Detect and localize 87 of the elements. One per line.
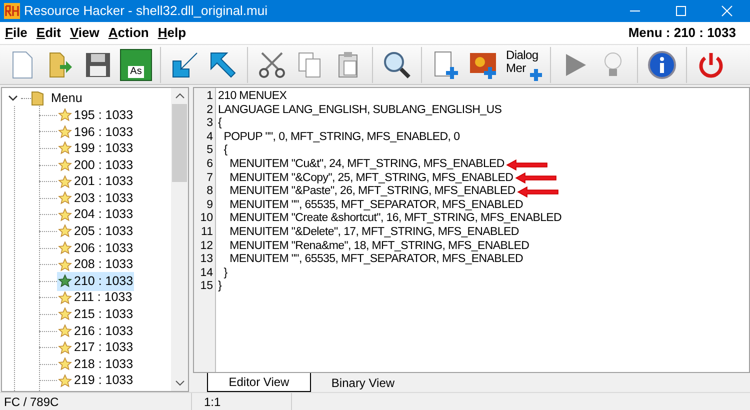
star-icon xyxy=(58,357,72,372)
line-number: 4 xyxy=(206,130,213,144)
star-icon xyxy=(58,208,72,222)
star-icon xyxy=(58,158,72,172)
tree-item[interactable]: 204 : 1033 xyxy=(57,205,134,224)
code-line: MENUITEM "", 65535, MFT_SEPARATOR, MFS_ENABLED xyxy=(228,253,524,267)
code-line: { xyxy=(222,144,228,158)
line-number: 8 xyxy=(206,185,213,199)
menu-bar-entry[interactable]: View xyxy=(66,23,104,43)
code-line: MENUITEM "&Paste", 26, MFT_STRING, MFS_ENABLED xyxy=(228,185,516,199)
line-number: 10 xyxy=(200,212,213,226)
menu-bar-entry[interactable]: Help xyxy=(154,23,190,43)
code-line: MENUITEM "Create &shortcut", 16, MFT_STRING, MFS_ENABLED xyxy=(228,212,562,226)
line-number: 12 xyxy=(200,240,213,254)
star-icon xyxy=(58,174,72,189)
line-number: 3 xyxy=(206,117,213,131)
tree-item[interactable]: 217 : 1033 xyxy=(57,338,134,357)
scrollbar[interactable] xyxy=(171,88,188,391)
star-icon xyxy=(58,290,72,305)
star-icon xyxy=(58,307,72,322)
status-offset: FC / 789C xyxy=(0,392,192,410)
tree-item[interactable]: 216 : 1033 xyxy=(57,322,134,340)
line-number: 11 xyxy=(201,226,213,240)
menu-bar-entry[interactable]: Edit xyxy=(32,23,65,43)
tree-item[interactable]: 218 : 1033 xyxy=(57,354,134,374)
star-icon xyxy=(58,340,72,355)
code-line: MENUITEM "Cu&t", 24, MFT_STRING, MFS_ENABLED xyxy=(228,158,504,172)
line-number: 9 xyxy=(206,198,213,212)
star-icon xyxy=(58,274,72,288)
tree-item[interactable]: 215 : 1033 xyxy=(57,305,134,324)
star-icon xyxy=(58,191,72,206)
code-line: MENUITEM "", 65535, MFT_SEPARATOR, MFS_ENABLED xyxy=(228,198,524,212)
info-icon[interactable] xyxy=(646,48,678,80)
star-icon xyxy=(58,241,72,256)
line-number: 5 xyxy=(206,144,213,158)
resource-id-label: Menu : 210 : 1033 xyxy=(628,24,736,42)
tree-item[interactable]: 203 : 1033 xyxy=(57,188,134,208)
code-line: } xyxy=(218,280,222,294)
line-number: 7 xyxy=(206,172,213,186)
star-icon xyxy=(58,141,72,156)
star-icon xyxy=(58,374,72,388)
scroll-thumb[interactable] xyxy=(172,104,187,182)
window-title: Resource Hacker - shell32.dll_original.mui xyxy=(24,2,268,20)
tree-item[interactable]: 199 : 1033 xyxy=(57,139,134,158)
tab[interactable]: Binary View xyxy=(311,373,415,392)
tree-item[interactable]: 205 : 1033 xyxy=(57,222,134,241)
line-number: 2 xyxy=(206,104,213,118)
code-line: MENUITEM "Rena&me", 18, MFT_STRING, MFS_ENABLED xyxy=(228,240,530,254)
tree-item[interactable]: 206 : 1033 xyxy=(57,238,134,258)
star-icon xyxy=(58,324,72,338)
line-number: 1 xyxy=(206,90,213,104)
line-number: 13 xyxy=(200,253,213,267)
line-number: 15 xyxy=(200,280,213,294)
star-icon xyxy=(58,108,72,122)
code-line: 210 MENUEX xyxy=(218,90,287,104)
status-position: 1:1 xyxy=(192,392,292,410)
menu-bar-entry[interactable]: Action xyxy=(104,23,153,43)
tree-item[interactable]: 201 : 1033 xyxy=(57,172,134,192)
tree-item[interactable]: 200 : 1033 xyxy=(57,156,134,174)
folder-icon xyxy=(31,90,45,106)
code-line: } xyxy=(222,266,228,280)
code-line: LANGUAGE LANG_ENGLISH, SUBLANG_ENGLISH_US xyxy=(218,104,502,118)
star-icon xyxy=(58,258,72,272)
code-line: MENUITEM "&Copy", 25, MFT_STRING, MFS_ENABLED xyxy=(228,172,514,186)
line-number: 14 xyxy=(200,266,213,280)
star-icon xyxy=(58,224,72,238)
tree-item[interactable]: 210 : 1033 xyxy=(57,272,134,291)
tree-item[interactable]: 219 : 1033 xyxy=(57,371,134,390)
menu-bar-entry[interactable]: File xyxy=(1,23,32,43)
tree-item[interactable]: 195 : 1033 xyxy=(57,106,134,125)
line-number: 6 xyxy=(206,158,213,172)
code-line: { xyxy=(218,117,222,131)
tree-item[interactable]: 208 : 1033 xyxy=(57,255,134,274)
tree-item[interactable]: 196 : 1033 xyxy=(57,122,134,142)
plus-icon xyxy=(530,68,542,80)
code-line: POPUP "", 0, MFT_STRING, MFS_ENABLED, 0 xyxy=(222,130,460,144)
left-arrow-icon xyxy=(506,158,548,171)
tree-item[interactable]: 211 : 1033 xyxy=(57,288,134,308)
tab[interactable]: Editor View xyxy=(207,373,311,392)
tree-item[interactable]: Menu xyxy=(51,88,82,108)
star-icon xyxy=(58,124,72,139)
dialog-menu-button[interactable]: Dialog Mer xyxy=(506,48,542,80)
app-logo-icon xyxy=(4,3,20,19)
code-line: MENUITEM "&Delete", 17, MFT_STRING, MFS_ENABLED xyxy=(228,226,519,240)
save-as-button[interactable]: As xyxy=(120,48,152,80)
left-arrow-icon xyxy=(515,172,558,184)
left-arrow-icon xyxy=(517,186,560,198)
